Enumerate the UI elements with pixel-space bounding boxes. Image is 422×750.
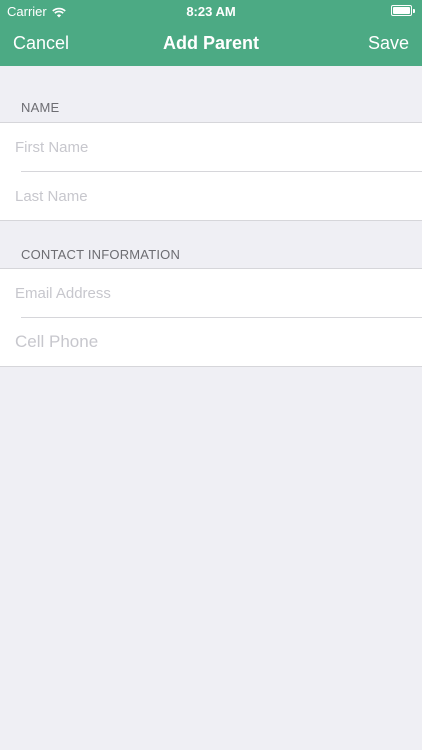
cell-phone-field[interactable] (15, 318, 407, 366)
navigation-bar: Cancel Add Parent Save (0, 22, 422, 66)
page-title: Add Parent (162, 33, 259, 53)
last-name-row (0, 172, 422, 220)
save-button[interactable]: Save (368, 33, 409, 54)
section-header-contact: CONTACT INFORMATION (21, 247, 181, 262)
last-name-field[interactable] (15, 172, 407, 220)
top-bar: Carrier 8:23 AM Cancel Add Parent Save (0, 0, 422, 66)
email-field[interactable] (15, 269, 407, 317)
battery-icon (391, 5, 415, 16)
phone-row (0, 318, 422, 366)
name-group (0, 122, 422, 221)
contact-group (0, 268, 422, 367)
first-name-field[interactable] (15, 123, 407, 171)
status-bar: Carrier 8:23 AM (0, 0, 422, 22)
first-name-row (0, 123, 422, 171)
email-row (0, 269, 422, 317)
status-time: 8:23 AM (186, 4, 236, 19)
section-header-name: NAME (21, 100, 60, 115)
